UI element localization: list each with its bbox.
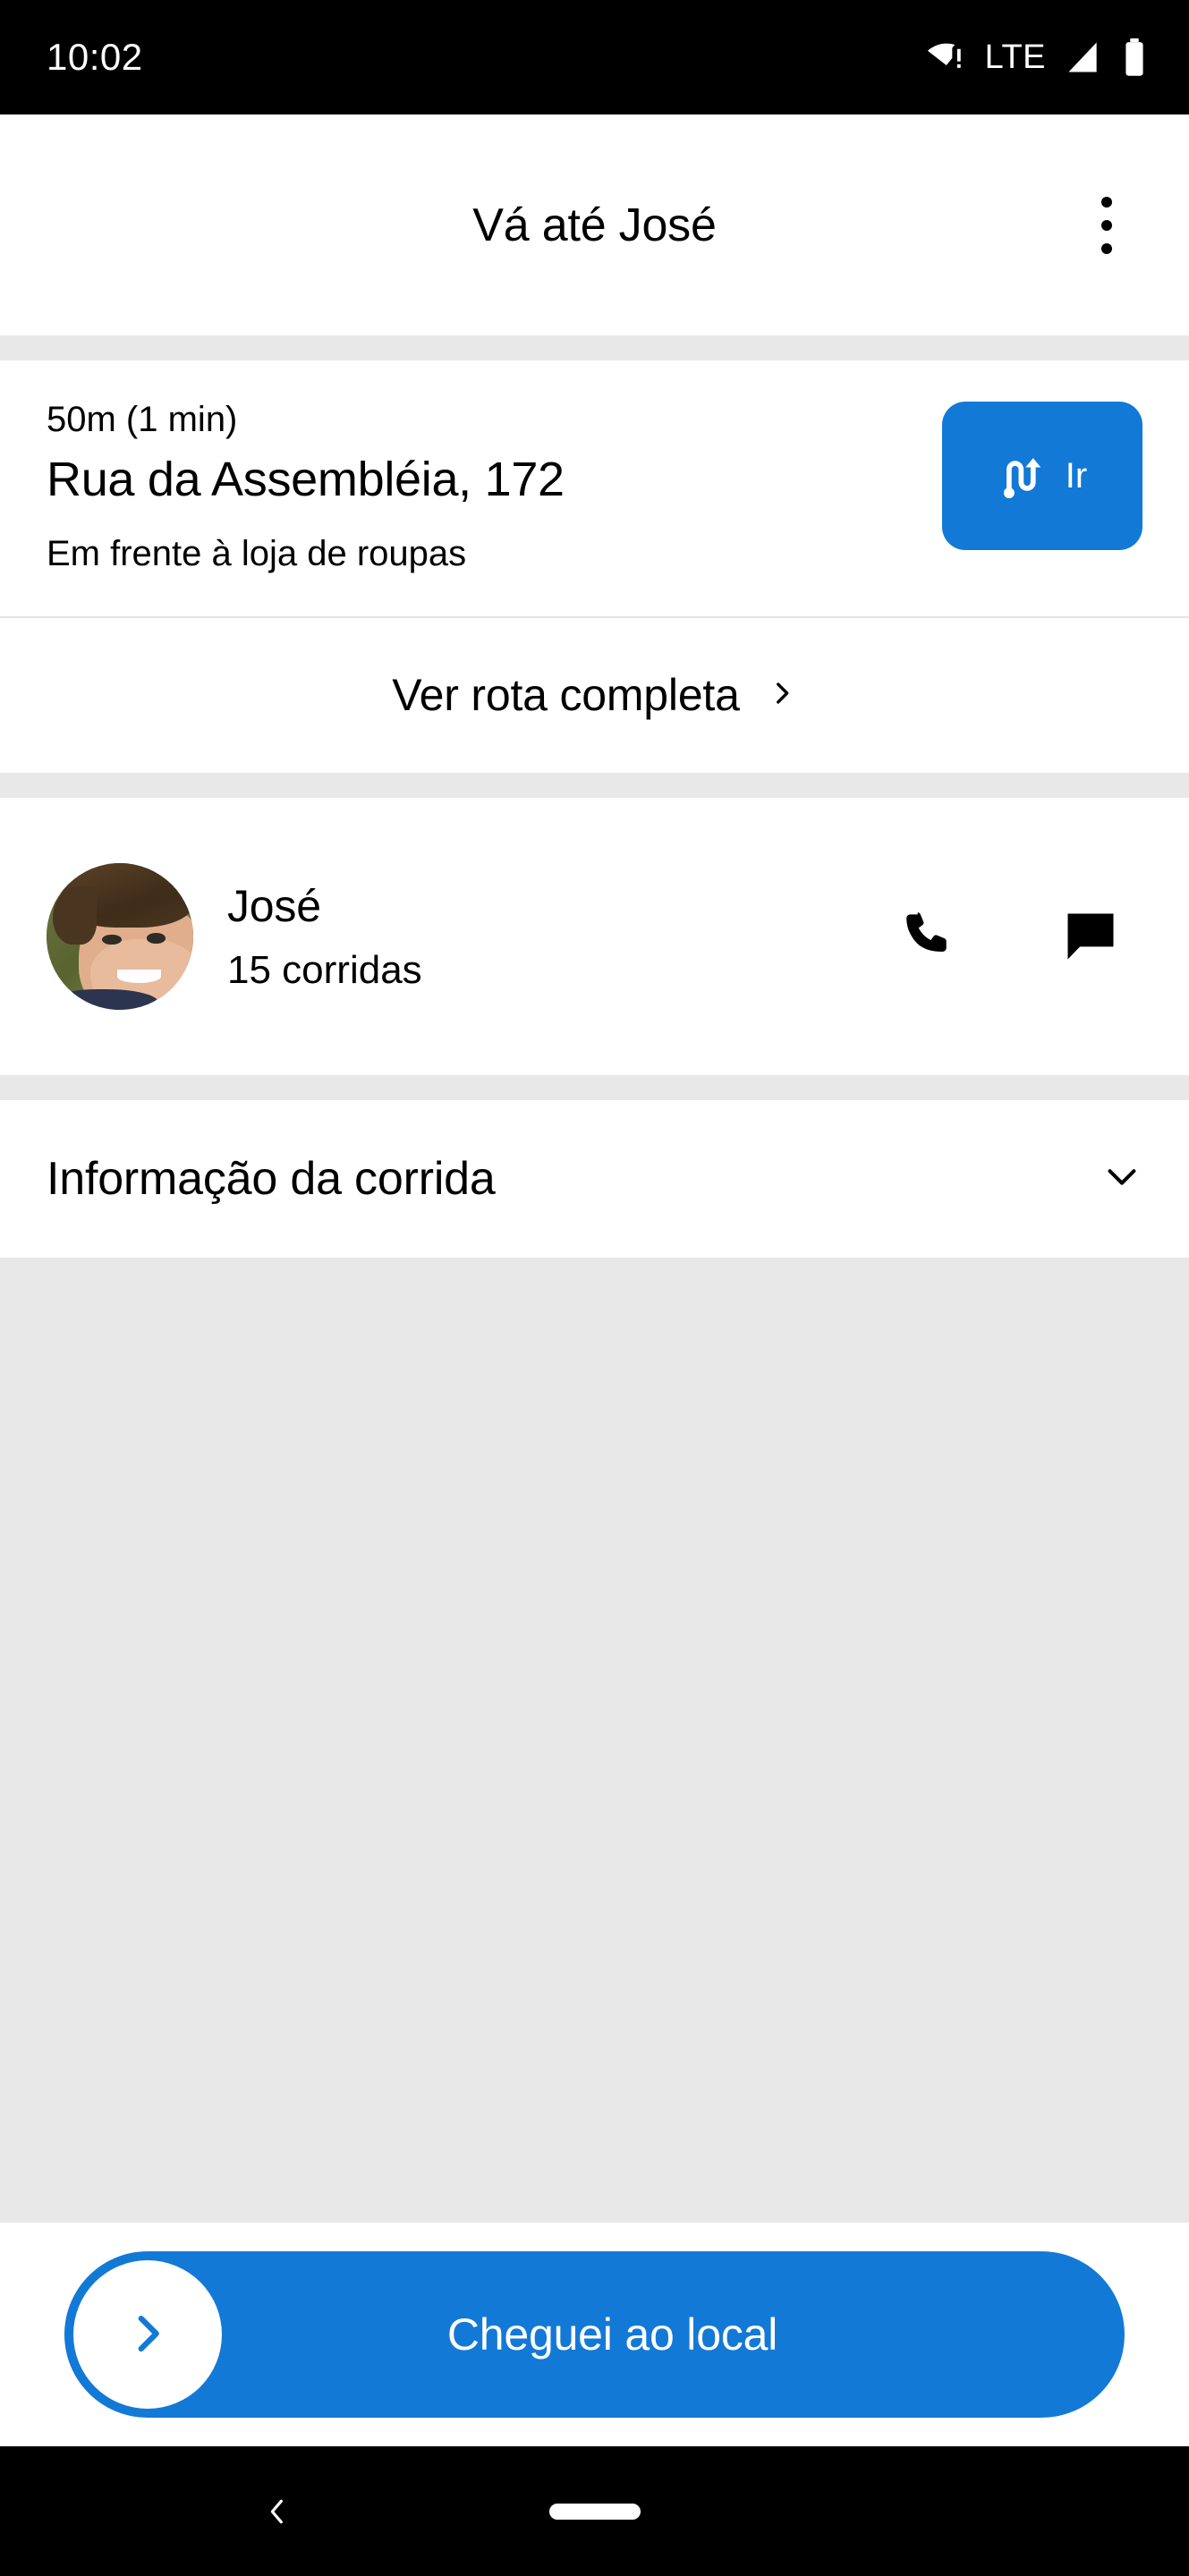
view-full-route-label: Ver rota completa — [392, 670, 740, 720]
home-pill-icon[interactable] — [548, 2503, 641, 2520]
chevron-right-icon — [767, 678, 797, 713]
street-address-label: Rua da Assembléia, 172 — [47, 453, 565, 506]
overflow-dot — [1101, 219, 1112, 231]
chevron-left-icon[interactable] — [247, 2480, 310, 2543]
passenger-actions — [896, 901, 1142, 972]
ride-info-label: Informação da corrida — [47, 1152, 496, 1205]
status-icons: LTE — [926, 37, 1148, 78]
section-divider — [0, 1074, 1189, 1100]
passenger-rides-count: 15 corridas — [227, 947, 422, 992]
page-title: Vá até José — [472, 199, 717, 251]
overflow-dot — [1101, 242, 1112, 254]
go-button-label: Ir — [1065, 455, 1088, 496]
phone-screen: 10:02 LTE Vá até José 50m (1 min) Rua da… — [0, 0, 1189, 2576]
chat-bubble-icon[interactable] — [1055, 901, 1126, 972]
passenger-text-group: José 15 corridas — [227, 880, 422, 993]
eta-distance-label: 50m (1 min) — [47, 400, 238, 439]
chevron-down-icon — [1101, 1156, 1142, 1201]
address-text-group: 50m (1 min) Rua da Assembléia, 172 Em fr… — [47, 396, 565, 577]
overflow-dot — [1101, 196, 1112, 208]
chevron-right-icon — [122, 2308, 174, 2362]
more-vertical-icon[interactable] — [1075, 176, 1138, 275]
arrived-slider-button[interactable]: Cheguei ao local — [64, 2251, 1125, 2418]
app-bar: Vá até José — [0, 114, 1189, 335]
arrived-button-label: Cheguei ao local — [446, 2309, 778, 2360]
passenger-name: José — [227, 880, 321, 931]
navigate-go-button[interactable]: Ir — [942, 402, 1142, 550]
cta-container: Cheguei ao local — [0, 2223, 1189, 2446]
system-nav-bar — [0, 2446, 1189, 2576]
view-full-route-link[interactable]: Ver rota completa — [0, 617, 1189, 773]
slider-handle[interactable] — [73, 2260, 222, 2409]
lte-label: LTE — [984, 38, 1046, 76]
address-row: 50m (1 min) Rua da Assembléia, 172 Em fr… — [0, 360, 1189, 616]
cellular-signal-icon — [1064, 38, 1103, 77]
status-bar: 10:02 LTE — [0, 0, 1189, 114]
address-hint-label: Em frente à loja de roupas — [47, 533, 467, 573]
route-navigate-icon — [998, 448, 1053, 504]
section-divider — [0, 772, 1189, 798]
avatar — [47, 862, 193, 1010]
section-divider — [0, 335, 1189, 360]
passenger-row: José 15 corridas — [0, 797, 1189, 1075]
ride-info-accordion[interactable]: Informação da corrida — [0, 1099, 1189, 1258]
battery-icon — [1121, 37, 1148, 78]
wifi-warning-icon — [926, 37, 967, 78]
content-placeholder-area — [0, 1257, 1189, 2223]
address-card: 50m (1 min) Rua da Assembléia, 172 Em fr… — [0, 360, 1189, 773]
phone-icon[interactable] — [896, 901, 967, 972]
status-clock: 10:02 — [47, 36, 143, 78]
